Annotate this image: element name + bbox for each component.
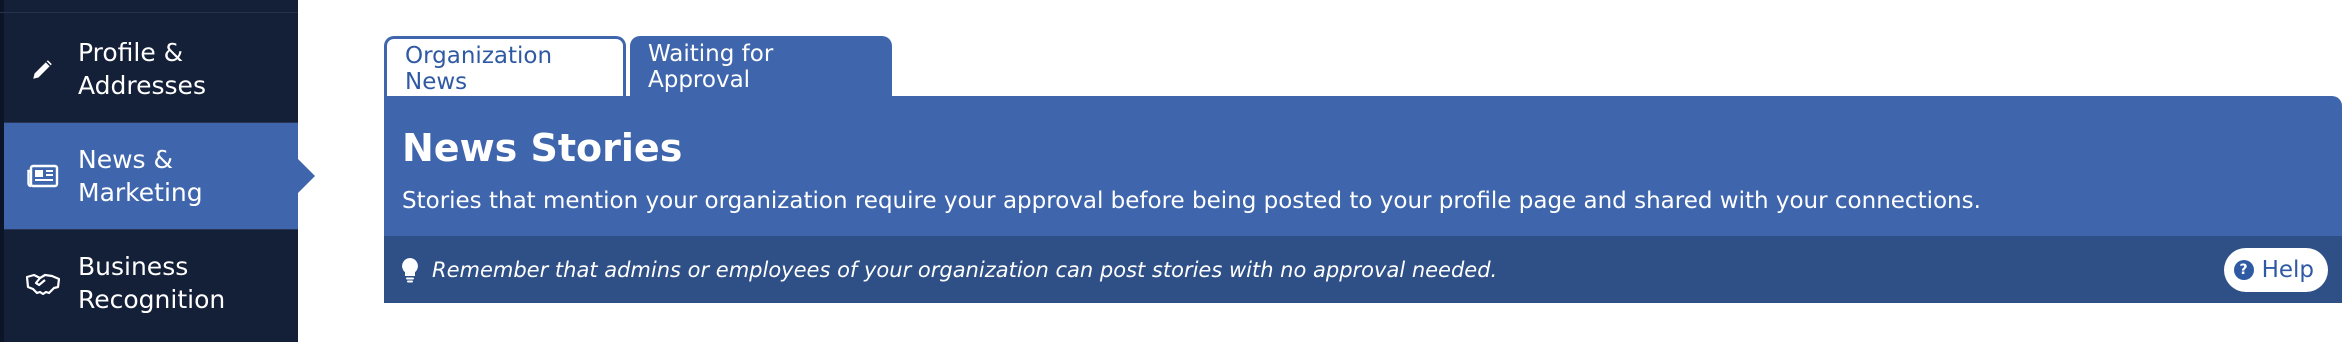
notice-bar: Remember that admins or employees of you…	[384, 236, 2342, 303]
sidebar-item-business-recognition[interactable]: Business Recognition	[4, 230, 298, 336]
panel-description: Stories that mention your organization r…	[402, 188, 1981, 214]
pencil-icon	[26, 52, 60, 86]
tab-organization-news[interactable]: Organization News	[384, 36, 626, 98]
news-stories-panel: News Stories Stories that mention your o…	[384, 96, 2342, 303]
sidebar: Profile & Addresses News & Marketing Bus…	[0, 0, 315, 342]
help-button[interactable]: ? Help	[2223, 248, 2328, 292]
help-label: Help	[2261, 257, 2314, 283]
sidebar-item-profile-addresses[interactable]: Profile & Addresses	[4, 16, 298, 122]
newspaper-icon	[26, 159, 60, 193]
sidebar-divider-top	[0, 12, 298, 13]
lightbulb-icon	[400, 257, 420, 283]
sidebar-item-label: News & Marketing	[78, 145, 203, 207]
tab-label: Organization News	[405, 42, 553, 95]
active-item-pointer	[298, 159, 315, 193]
panel-title: News Stories	[402, 126, 683, 170]
sidebar-item-label: Profile & Addresses	[78, 38, 206, 100]
handshake-icon	[26, 266, 60, 300]
tab-label: Waiting for Approval	[648, 41, 774, 93]
sidebar-item-label: Business Recognition	[78, 252, 226, 314]
notice-text: Remember that admins or employees of you…	[432, 257, 1498, 282]
question-circle-icon: ?	[2233, 260, 2254, 280]
tab-waiting-for-approval[interactable]: Waiting for Approval	[630, 36, 892, 98]
sidebar-item-news-marketing[interactable]: News & Marketing	[4, 123, 298, 229]
